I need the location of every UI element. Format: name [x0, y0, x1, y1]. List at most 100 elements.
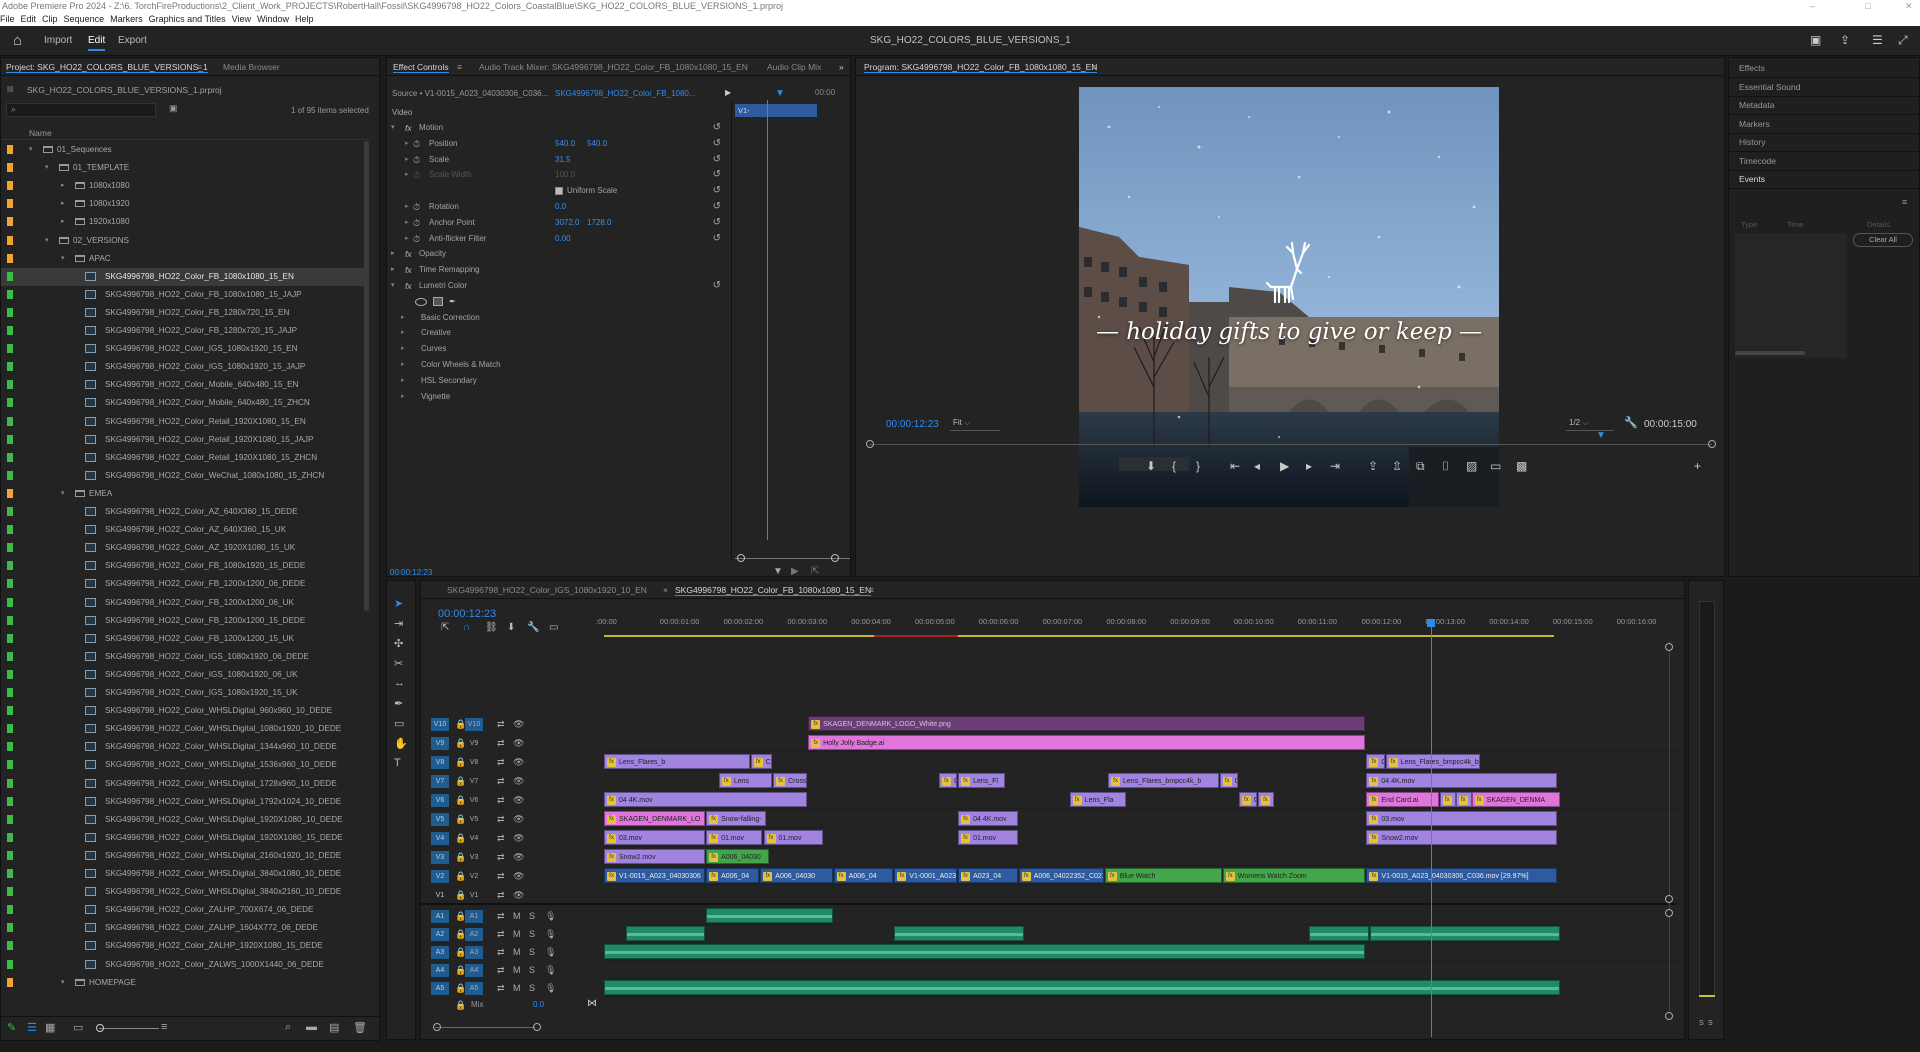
bin-item[interactable]: ▸ 1080x1080 [1, 177, 366, 195]
label-color-swatch[interactable] [7, 289, 13, 299]
hand-tool-icon[interactable]: ✋ [394, 737, 408, 750]
reset-icon[interactable]: ↺ [713, 120, 721, 136]
playhead-handle[interactable] [1426, 619, 1435, 627]
label-color-swatch[interactable] [7, 525, 13, 535]
sequence-item[interactable]: SKG4996798_HO22_Color_FB_1080x1080_15_EN [1, 267, 366, 286]
sync-lock-icon[interactable]: ⇄ [497, 871, 505, 882]
chevron-right-icon[interactable]: ▸ [401, 357, 405, 373]
scrubber-left-handle[interactable] [866, 440, 874, 448]
track-source-patch[interactable]: V3 [431, 851, 449, 864]
timeline-clip[interactable]: Cr [1257, 792, 1274, 807]
timeline-clip[interactable]: Cr [1238, 792, 1257, 807]
panel-menu-icon[interactable]: ≡ [457, 62, 462, 72]
sync-lock-icon[interactable]: ⇄ [497, 911, 505, 922]
filter-icon[interactable]: ▼ [773, 566, 783, 576]
chevron-right-icon[interactable]: ▸ [61, 177, 65, 195]
property-value-1[interactable]: 0.00 [555, 231, 571, 247]
property-value-1[interactable]: 540.0 [555, 136, 575, 152]
pen-tool-icon[interactable]: ✒ [394, 697, 403, 710]
new-bin-icon[interactable]: ▬ [306, 1021, 317, 1033]
eye-icon[interactable]: 👁 [513, 757, 524, 768]
extract-icon[interactable]: ⇫ [1392, 459, 1402, 473]
chevron-right-icon[interactable]: ▸ [391, 246, 395, 262]
track-source-patch[interactable]: V4 [431, 832, 449, 845]
timeline-clip[interactable]: Cr [1455, 792, 1472, 807]
audio-clip[interactable] [626, 926, 706, 941]
track-target[interactable]: V3 [465, 851, 483, 864]
effect-property[interactable]: ▸ ⏱ Anti-flicker Filter 0.00 ↺ [387, 231, 729, 247]
time-ruler[interactable]: :00:00 00:00:01:00 00:00:02:00 00:00:03:00 0… [596, 617, 1674, 637]
label-color-swatch[interactable] [7, 163, 13, 173]
scrubber-right-handle[interactable] [1708, 440, 1716, 448]
timeline-clip[interactable]: Cro [938, 773, 958, 788]
reset-icon[interactable]: ↺ [713, 136, 721, 152]
find-icon[interactable]: ⌕ [285, 1021, 291, 1034]
solo-button[interactable]: S [529, 983, 535, 993]
rect-mask-icon[interactable] [433, 296, 443, 306]
sequence-item[interactable]: SKG4996798_HO22_Color_WHSLDigital_3840x1… [1, 865, 366, 883]
sequence-label[interactable]: SKG4996798_HO22_Color_FB_1080... [555, 89, 696, 98]
property-value-1[interactable]: 100.0 [555, 167, 575, 183]
property-value-1[interactable]: 0.0 [555, 199, 566, 215]
right-panel-timecode[interactable]: Timecode [1729, 151, 1919, 171]
chevron-right-icon[interactable]: ▸ [401, 373, 405, 389]
settings-wrench-icon[interactable]: 🔧 [527, 622, 539, 633]
ec-clip-bar[interactable]: V1-0015_A023_04030306 [735, 104, 817, 117]
export-icon[interactable]: ⇱ [811, 566, 819, 576]
nest-icon[interactable]: ⇱ [441, 622, 449, 633]
effect-section[interactable]: ▾ fx Motion ↺ [387, 120, 729, 136]
bin-item[interactable]: ▾ APAC [1, 250, 366, 268]
tab-audio-clip-mix[interactable]: Audio Clip Mix [767, 62, 821, 72]
sync-lock-icon[interactable]: ⇄ [497, 890, 505, 901]
vscroll-mid-handle[interactable] [1665, 895, 1673, 903]
track-source-patch[interactable]: A5 [431, 982, 449, 995]
label-color-swatch[interactable] [7, 633, 13, 643]
label-color-swatch[interactable] [7, 488, 13, 498]
minimize-icon[interactable]: – [1810, 0, 1815, 12]
effect-property[interactable]: ▸ ⏱ Scale Width 100.0 ↺ [387, 167, 729, 183]
effect-section[interactable]: ▸ fx Opacity [387, 246, 729, 262]
track-source-patch[interactable]: A1 [431, 910, 449, 923]
timeline-vscroll[interactable] [1669, 641, 1670, 1011]
fx-icon[interactable]: fx [405, 262, 412, 278]
timeline-clip[interactable]: A006_04 [833, 868, 894, 883]
label-color-swatch[interactable] [7, 760, 13, 770]
mute-button[interactable]: M [513, 983, 521, 993]
sequence-item[interactable]: SKG4996798_HO22_Color_IGS_1080x1920_15_E… [1, 340, 366, 358]
menu-markers[interactable]: Markers [110, 14, 143, 24]
sequence-item[interactable]: SKG4996798_HO22_Color_WHSLDigital_1536x9… [1, 756, 366, 774]
audio-clip[interactable] [1369, 926, 1560, 941]
chevron-right-icon[interactable]: ▸ [405, 231, 409, 247]
sequence-item[interactable]: SKG4996798_HO22_Color_AZ_1920X1080_15_UK [1, 539, 366, 557]
label-color-swatch[interactable] [7, 887, 13, 897]
lumetri-subsection[interactable]: ▸ Basic Correction [387, 310, 729, 326]
timeline-clip[interactable]: Cross D [773, 773, 808, 788]
trash-icon[interactable]: 🗑 [353, 1021, 367, 1034]
sequence-item[interactable]: SKG4996798_HO22_Color_FB_1200x1200_06_UK [1, 594, 366, 612]
timeline-clip[interactable]: 03.mov [604, 830, 706, 845]
reset-icon[interactable]: ↺ [713, 215, 721, 231]
label-color-swatch[interactable] [7, 706, 13, 716]
menu-clip[interactable]: Clip [42, 14, 58, 24]
eye-icon[interactable]: 👁 [513, 814, 524, 825]
mute-button[interactable]: M [513, 911, 521, 921]
bin-item[interactable]: ▾ 02_VERSIONS [1, 232, 366, 250]
ec-zoom-right-handle[interactable] [831, 554, 839, 562]
track-target[interactable]: A4 [465, 964, 483, 977]
label-color-swatch[interactable] [7, 796, 13, 806]
sequence-item[interactable]: SKG4996798_HO22_Color_WHSLDigital_2160x1… [1, 847, 366, 865]
track-source-patch[interactable]: V8 [431, 756, 449, 769]
track-source-patch[interactable]: V2 [431, 870, 449, 883]
right-panel-history[interactable]: History [1729, 132, 1919, 152]
lumetri-subsection[interactable]: ▸ HSL Secondary [387, 373, 729, 389]
sequence-item[interactable]: SKG4996798_HO22_Color_WHSLDigital_1728x9… [1, 775, 366, 793]
timeline-clip[interactable]: 04 4K.mov [958, 811, 1018, 826]
effect-property[interactable]: ▸ ⏱ Anchor Point 3072.0 1728.0 ↺ [387, 215, 729, 231]
effect-section[interactable]: ▾ fx Lumetri Color ↺ [387, 278, 729, 294]
chevron-down-icon[interactable]: ▾ [61, 250, 65, 268]
lumetri-subsection[interactable]: ▸ Creative [387, 325, 729, 341]
maximize-icon[interactable]: □ [1865, 0, 1870, 12]
menu-help[interactable]: Help [295, 14, 314, 24]
mark-in-icon[interactable]: { [1172, 459, 1176, 473]
track-target[interactable]: V1 [465, 889, 483, 902]
